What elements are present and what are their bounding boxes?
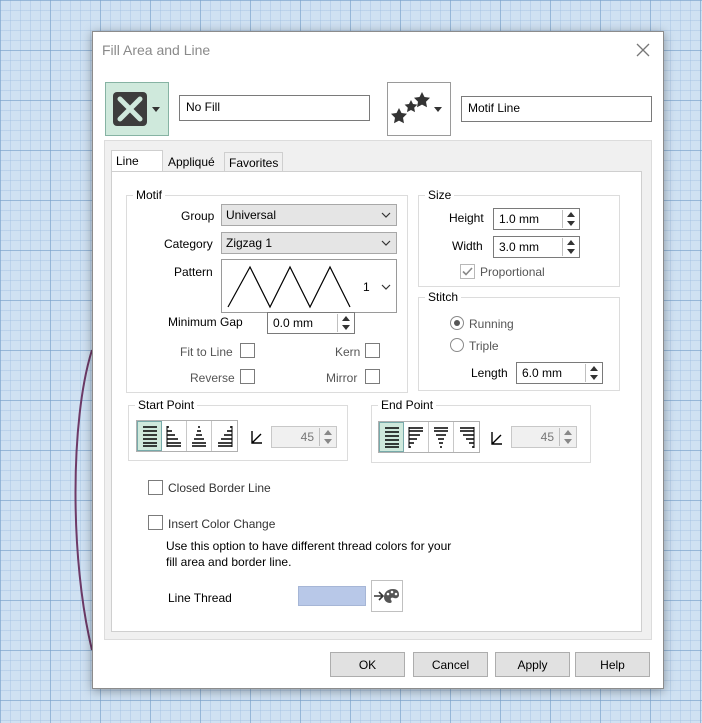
triple-radio[interactable] <box>450 338 464 352</box>
spin-up-icon[interactable] <box>563 210 578 219</box>
spin-down-icon[interactable] <box>563 219 578 228</box>
stitch-group-label: Stitch <box>425 290 462 304</box>
pattern-number: 1 <box>363 280 370 294</box>
minimum-gap-label: Minimum Gap <box>168 315 243 329</box>
length-label: Length <box>471 366 508 380</box>
spin-up-icon[interactable] <box>586 364 601 373</box>
end-angle-value: 45 <box>540 430 554 444</box>
fit-to-line-label: Fit to Line <box>180 345 233 359</box>
fit-to-line-checkbox[interactable] <box>240 343 255 358</box>
cancel-button[interactable]: Cancel <box>413 652 488 677</box>
start-point-label: Start Point <box>135 398 198 412</box>
spin-down-icon[interactable] <box>586 373 601 382</box>
chevron-down-icon <box>381 240 391 246</box>
category-select[interactable]: Zigzag 1 <box>221 232 397 254</box>
angle-icon <box>251 431 262 444</box>
spin-down-icon[interactable] <box>560 437 575 446</box>
minimum-gap-spinner[interactable]: 0.0 mm <box>267 312 355 334</box>
help-button[interactable]: Help <box>575 652 650 677</box>
spin-up-icon[interactable] <box>560 428 575 437</box>
fill-type-button[interactable] <box>105 82 169 136</box>
proportional-label: Proportional <box>480 265 545 279</box>
height-spinner[interactable]: 1.0 mm <box>493 208 580 230</box>
proportional-checkbox[interactable] <box>460 264 475 279</box>
pattern-selector[interactable]: 1 <box>221 259 397 313</box>
mirror-checkbox[interactable] <box>365 369 380 384</box>
line-thread-label: Line Thread <box>168 591 232 605</box>
size-group-label: Size <box>425 188 455 202</box>
line-thread-color-swatch[interactable] <box>298 586 366 606</box>
closed-border-line-label: Closed Border Line <box>168 481 271 495</box>
width-label: Width <box>452 239 483 253</box>
help-text-line-1: Use this option to have different thread… <box>166 539 452 553</box>
motif-group-label: Motif <box>133 188 166 202</box>
no-fill-x-icon <box>113 92 160 126</box>
checkmark-icon <box>462 267 473 276</box>
thread-picker-button[interactable] <box>371 580 403 612</box>
end-style-flat-icon[interactable] <box>379 422 404 452</box>
start-angle-value: 45 <box>300 430 314 444</box>
triple-label: Triple <box>469 339 499 353</box>
tab-line[interactable]: Line <box>111 150 163 172</box>
reverse-checkbox[interactable] <box>240 369 255 384</box>
height-label: Height <box>449 211 484 225</box>
kern-checkbox[interactable] <box>365 343 380 358</box>
reverse-label: Reverse <box>190 371 235 385</box>
spin-up-icon[interactable] <box>320 428 335 437</box>
width-spinner[interactable]: 3.0 mm <box>493 236 580 258</box>
line-type-button[interactable] <box>387 82 451 136</box>
ok-button[interactable]: OK <box>330 652 405 677</box>
end-point-style-selector[interactable] <box>378 421 480 453</box>
end-angle-spinner[interactable]: 45 <box>511 426 577 448</box>
apply-button[interactable]: Apply <box>495 652 570 677</box>
closed-border-line-checkbox[interactable] <box>148 480 163 495</box>
running-radio[interactable] <box>450 316 464 330</box>
group-label: Group <box>181 209 215 223</box>
tab-favorites[interactable]: Favorites <box>224 152 284 172</box>
start-angle-spinner[interactable]: 45 <box>271 426 337 448</box>
running-label: Running <box>469 317 514 331</box>
chevron-down-icon <box>381 212 391 218</box>
chevron-down-icon <box>381 284 391 290</box>
fill-type-field[interactable]: No Fill <box>179 95 370 121</box>
thread-palette-icon <box>374 589 399 603</box>
spin-down-icon[interactable] <box>338 323 353 332</box>
category-select-value: Zigzag 1 <box>226 236 273 250</box>
group-select[interactable]: Universal <box>221 204 397 226</box>
spin-up-icon[interactable] <box>563 238 578 247</box>
insert-color-change-checkbox[interactable] <box>148 515 163 530</box>
width-value: 3.0 mm <box>499 240 540 254</box>
insert-color-change-label: Insert Color Change <box>168 517 276 531</box>
spin-down-icon[interactable] <box>320 437 335 446</box>
end-style-center-taper-icon[interactable] <box>429 422 454 452</box>
angle-icon <box>491 432 502 445</box>
start-point-style-selector[interactable] <box>136 420 238 452</box>
category-label: Category <box>164 237 213 251</box>
height-value: 1.0 mm <box>499 212 540 226</box>
start-style-flat-icon[interactable] <box>137 421 162 451</box>
length-value: 6.0 mm <box>522 366 563 380</box>
spin-down-icon[interactable] <box>563 247 578 256</box>
group-select-value: Universal <box>226 208 277 222</box>
length-spinner[interactable]: 6.0 mm <box>516 362 603 384</box>
end-style-left-taper-icon[interactable] <box>404 422 429 452</box>
help-text-line-2: fill area and border line. <box>166 555 292 569</box>
minimum-gap-value: 0.0 mm <box>273 316 314 330</box>
kern-label: Kern <box>335 345 361 359</box>
zigzag-pattern-preview <box>227 265 351 309</box>
line-type-field[interactable]: Motif Line <box>461 96 652 122</box>
start-style-center-taper-icon[interactable] <box>187 421 212 451</box>
dialog-title: Fill Area and Line <box>102 42 211 58</box>
mirror-label: Mirror <box>326 371 358 385</box>
close-icon <box>636 43 650 57</box>
pattern-label: Pattern <box>174 265 213 279</box>
end-style-right-taper-icon[interactable] <box>454 422 479 452</box>
spin-up-icon[interactable] <box>338 314 353 323</box>
start-style-right-taper-icon[interactable] <box>212 421 237 451</box>
end-point-label: End Point <box>378 398 437 412</box>
motif-stars-icon <box>391 92 442 124</box>
close-button[interactable] <box>631 39 655 61</box>
start-style-left-taper-icon[interactable] <box>162 421 187 451</box>
